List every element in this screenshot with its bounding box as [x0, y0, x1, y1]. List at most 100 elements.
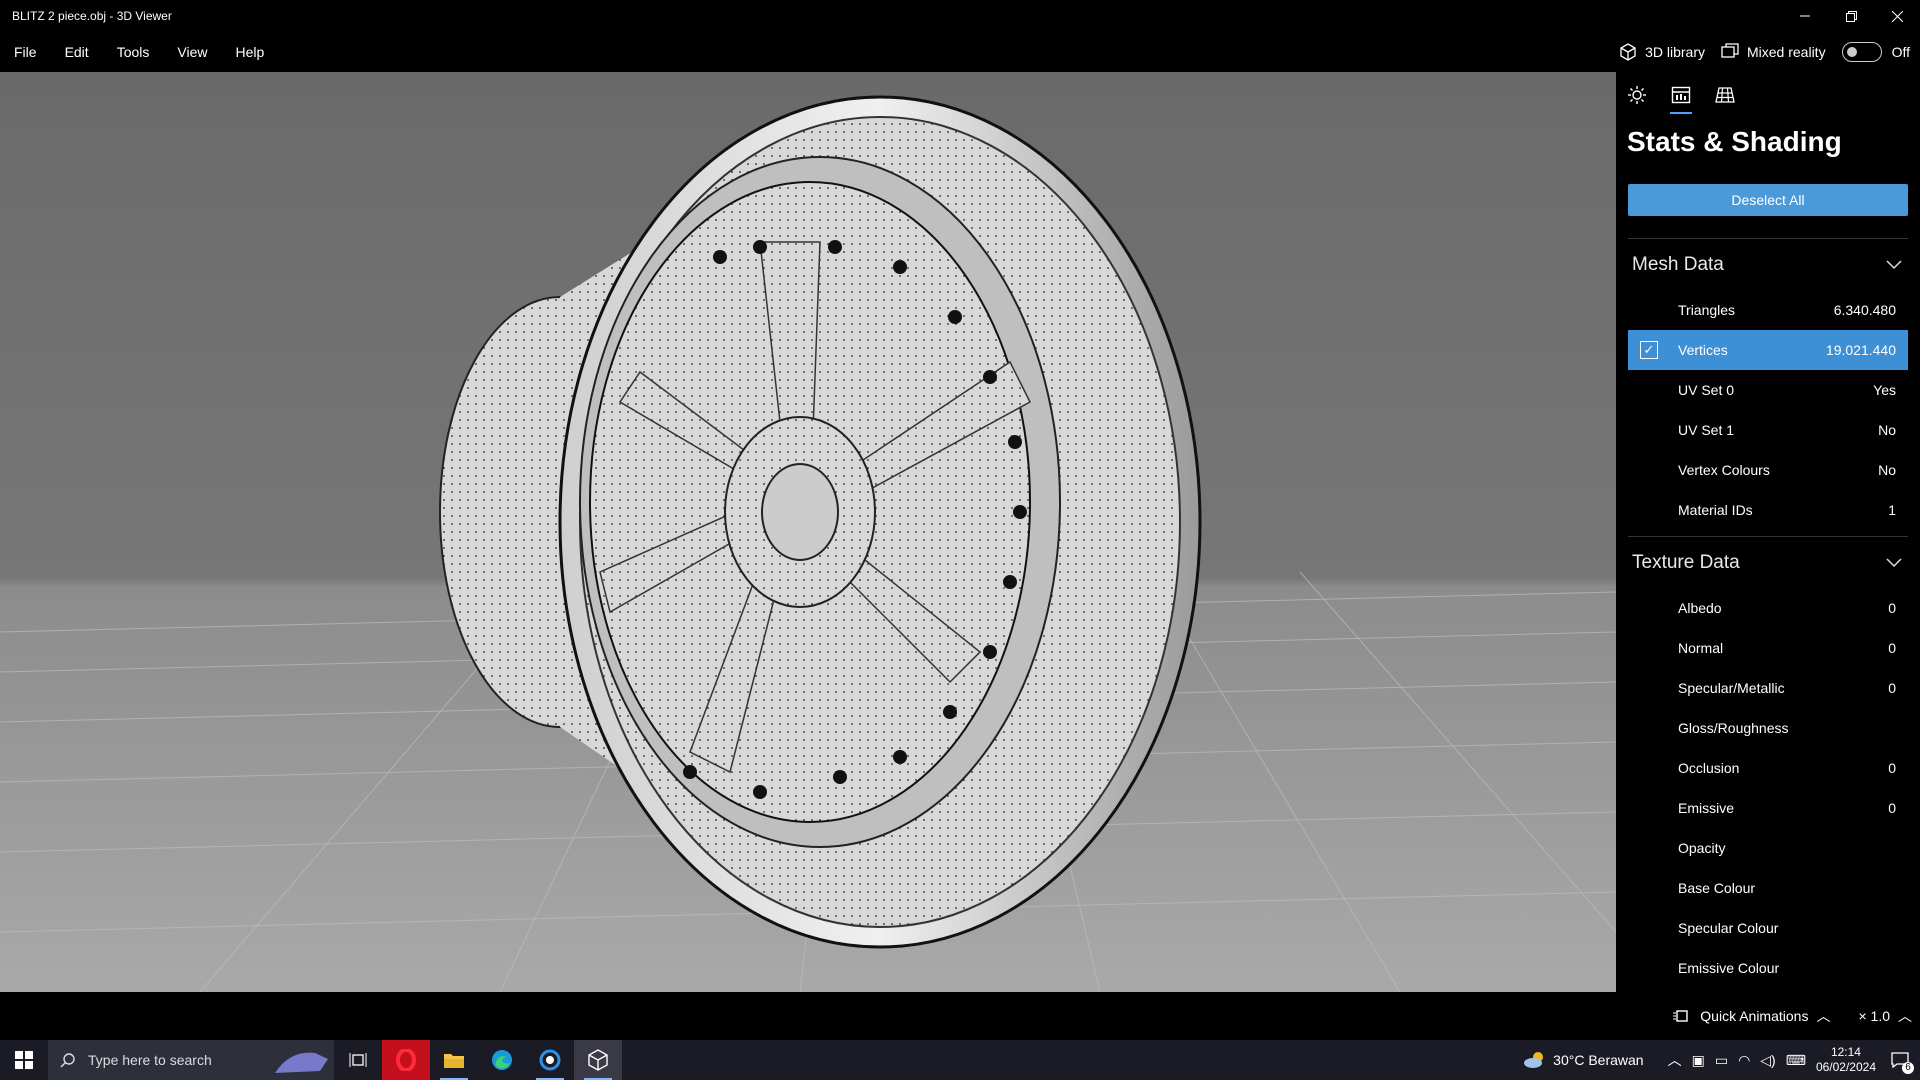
row-value: No	[1878, 422, 1896, 438]
texture-row-specular-metallic[interactable]: Specular/Metallic 0	[1628, 668, 1908, 708]
menu-help[interactable]: Help	[221, 44, 278, 60]
checkbox-checked-icon[interactable]: ✓	[1640, 341, 1658, 359]
window-controls	[1782, 0, 1920, 32]
texture-row-gloss-roughness[interactable]: Gloss/Roughness	[1628, 708, 1908, 748]
app-circle-icon	[539, 1049, 561, 1071]
texture-row-normal[interactable]: Normal 0	[1628, 628, 1908, 668]
deselect-all-button[interactable]: Deselect All	[1628, 184, 1908, 216]
close-button[interactable]	[1874, 0, 1920, 32]
row-label: Vertex Colours	[1678, 462, 1770, 478]
texture-row-emissive[interactable]: Emissive 0	[1628, 788, 1908, 828]
stats-icon	[1671, 86, 1691, 104]
sun-icon	[1628, 86, 1646, 104]
taskbar-edge[interactable]	[478, 1040, 526, 1080]
3d-library-button[interactable]: 3D library	[1619, 43, 1705, 61]
row-label: Normal	[1678, 640, 1724, 656]
weather-text: 30°C Berawan	[1553, 1052, 1644, 1068]
row-label: Gloss/Roughness	[1678, 720, 1789, 736]
windows-icon	[15, 1051, 33, 1069]
wifi-icon[interactable]: ◠	[1738, 1052, 1750, 1069]
mesh-data-title: Mesh Data	[1632, 253, 1724, 275]
row-label: UV Set 0	[1678, 382, 1735, 398]
minimize-button[interactable]	[1782, 0, 1828, 32]
texture-row-opacity[interactable]: Opacity	[1628, 828, 1908, 868]
chevron-down-icon	[1886, 259, 1902, 269]
mesh-row-uv-set-0[interactable]: UV Set 0 Yes	[1628, 370, 1908, 410]
texture-data-header[interactable]: Texture Data	[1628, 536, 1908, 588]
menu-right-group: 3D library Mixed reality Off	[1619, 32, 1920, 72]
row-label: Triangles	[1678, 302, 1736, 318]
3d-library-label: 3D library	[1645, 44, 1705, 60]
minimize-icon	[1800, 15, 1810, 17]
search-placeholder: Type here to search	[88, 1052, 212, 1068]
quick-animations-label: Quick Animations	[1700, 1008, 1809, 1024]
mesh-data-header[interactable]: Mesh Data	[1628, 238, 1908, 290]
row-value: 0	[1888, 640, 1896, 656]
animation-icon	[1673, 1010, 1688, 1022]
tab-lighting[interactable]	[1626, 84, 1648, 106]
notification-center-button[interactable]: 6	[1886, 1052, 1914, 1074]
mesh-row-uv-set-1[interactable]: UV Set 1 No	[1628, 410, 1908, 450]
row-value: 1	[1888, 502, 1896, 518]
status-bar: Quick Animations ︿ × 1.0 ︿	[0, 992, 1920, 1040]
taskbar-search[interactable]: Type here to search	[48, 1040, 334, 1080]
close-icon	[1891, 10, 1903, 22]
row-label: Base Colour	[1678, 880, 1756, 896]
battery-icon[interactable]: ▭	[1715, 1052, 1728, 1069]
mixed-reality-button[interactable]: Mixed reality	[1721, 43, 1826, 61]
volume-icon[interactable]: ◁)	[1760, 1052, 1775, 1069]
search-highlight-icon	[275, 1052, 328, 1073]
menu-edit[interactable]: Edit	[51, 44, 103, 60]
speed-value[interactable]: × 1.0	[1858, 1008, 1890, 1024]
mixed-reality-toggle[interactable]	[1841, 42, 1882, 62]
network-icon[interactable]: ▣	[1692, 1052, 1705, 1069]
taskbar-opera[interactable]	[382, 1040, 430, 1080]
mixed-reality-label: Mixed reality	[1746, 44, 1826, 60]
mesh-row-material-ids[interactable]: Material IDs 1	[1628, 490, 1908, 530]
grid-icon	[1715, 87, 1735, 103]
taskbar-file-explorer[interactable]	[430, 1040, 478, 1080]
task-view-button[interactable]	[334, 1040, 382, 1080]
restore-button[interactable]	[1828, 0, 1874, 32]
row-value: 0	[1888, 760, 1896, 776]
row-value: 0	[1888, 600, 1896, 616]
mesh-row-vertex-colours[interactable]: Vertex Colours No	[1628, 450, 1908, 490]
menu-bar: File Edit Tools View Help 3D library Mix…	[0, 32, 1920, 72]
row-label: Specular/Metallic	[1678, 680, 1785, 696]
chevron-up-icon[interactable]: ︿	[1898, 1006, 1912, 1026]
texture-row-base-colour[interactable]: Base Colour	[1628, 868, 1908, 908]
mesh-row-vertices[interactable]: ✓ Vertices 19.021.440	[1628, 330, 1908, 370]
3d-viewport[interactable]	[0, 72, 1616, 992]
texture-row-emissive-colour[interactable]: Emissive Colour	[1628, 948, 1908, 988]
menu-file[interactable]: File	[0, 44, 51, 60]
tab-grid[interactable]	[1714, 84, 1736, 106]
wheel-render	[0, 95, 1616, 992]
menu-view[interactable]: View	[163, 44, 221, 60]
keyboard-icon[interactable]: ⌨	[1786, 1052, 1806, 1069]
row-label: Material IDs	[1678, 502, 1753, 518]
system-tray: 30°C Berawan ︿ ▣ ▭ ◠ ◁) ⌨ 12:14 06/02/20…	[1523, 1040, 1920, 1080]
clock[interactable]: 12:14 06/02/2024	[1816, 1045, 1876, 1075]
row-label: Opacity	[1678, 840, 1726, 856]
quick-animations-button[interactable]: Quick Animations ︿	[1672, 1006, 1830, 1026]
taskbar: Type here to search 30°C Berawan ︿ ▣ ▭ ◠…	[0, 1040, 1920, 1080]
weather-cloud-icon	[1524, 1052, 1544, 1068]
mesh-row-triangles[interactable]: Triangles 6.340.480	[1628, 290, 1908, 330]
start-button[interactable]	[0, 1040, 48, 1080]
taskbar-3d-viewer[interactable]	[574, 1040, 622, 1080]
edge-icon	[492, 1050, 512, 1070]
notification-count: 6	[1902, 1062, 1914, 1074]
chevron-up-icon[interactable]: ︿	[1668, 1050, 1682, 1070]
row-label: Vertices	[1678, 342, 1728, 358]
clock-time: 12:14	[1830, 1045, 1861, 1059]
weather-widget[interactable]: 30°C Berawan	[1523, 1051, 1644, 1069]
texture-row-occlusion[interactable]: Occlusion 0	[1628, 748, 1908, 788]
taskbar-app-blue[interactable]	[526, 1040, 574, 1080]
mixed-reality-state: Off	[1891, 44, 1910, 60]
3d-viewer-icon	[588, 1049, 608, 1071]
menu-tools[interactable]: Tools	[103, 44, 164, 60]
tab-stats-shading[interactable]	[1670, 84, 1692, 114]
texture-row-specular-colour[interactable]: Specular Colour	[1628, 908, 1908, 948]
mixed-reality-icon	[1721, 43, 1739, 58]
texture-row-albedo[interactable]: Albedo 0	[1628, 588, 1908, 628]
